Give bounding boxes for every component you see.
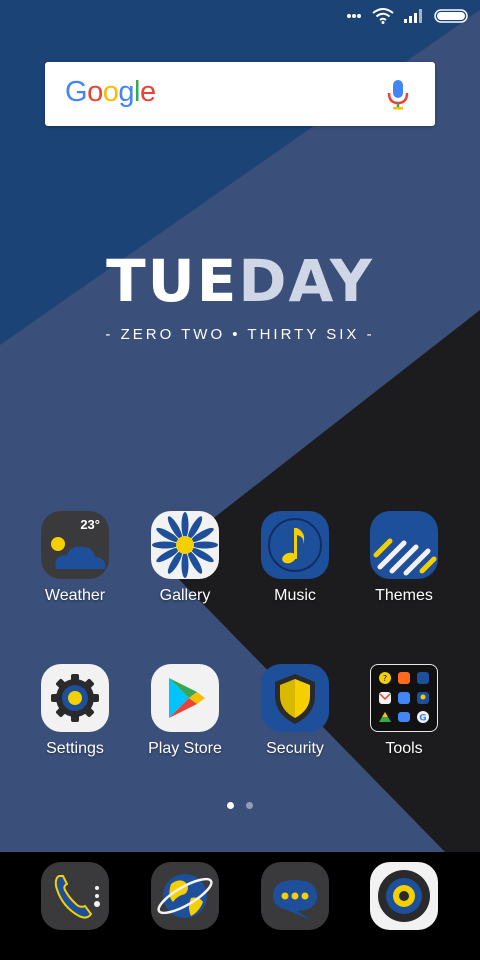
dock-phone[interactable] [20, 862, 130, 930]
svg-text:?: ? [383, 674, 387, 683]
page-indicator[interactable] [0, 802, 480, 809]
dock-camera[interactable] [349, 862, 459, 930]
themes-icon [370, 511, 438, 579]
dock-browser[interactable] [130, 862, 240, 930]
mic-icon[interactable] [387, 80, 409, 110]
gallery-icon [151, 511, 219, 579]
page-dot[interactable] [246, 802, 253, 809]
camera-icon [370, 862, 438, 930]
chat-icon [261, 862, 329, 930]
app-label: Security [266, 740, 324, 757]
more-dots-icon [347, 14, 361, 18]
app-weather[interactable]: 23° Weather [20, 511, 130, 605]
clock-widget[interactable]: TUEDAY - ZERO TWO • THIRTY SIX - [0, 252, 480, 343]
app-gallery[interactable]: Gallery [130, 511, 240, 605]
app-settings[interactable]: Settings [20, 664, 130, 758]
app-themes[interactable]: Themes [349, 511, 459, 605]
date-text: - ZERO TWO • THIRTY SIX - [105, 326, 375, 343]
google-search-bar[interactable]: Google [45, 62, 435, 126]
google-logo: Google [65, 76, 156, 108]
battery-icon [434, 9, 468, 23]
app-label: Tools [385, 740, 423, 757]
svg-text:G: G [419, 714, 426, 724]
wifi-icon [372, 8, 394, 24]
phone-icon [41, 862, 109, 930]
globe-icon [151, 862, 219, 930]
app-label: Music [274, 587, 316, 604]
weather-icon: 23° [41, 511, 109, 579]
music-note-icon [261, 511, 329, 579]
dock [0, 852, 480, 960]
play-store-icon [151, 664, 219, 732]
app-music[interactable]: Music [240, 511, 350, 605]
app-label: Settings [46, 740, 104, 757]
page-dot-active[interactable] [227, 802, 234, 809]
app-play-store[interactable]: Play Store [130, 664, 240, 758]
status-bar [0, 0, 480, 36]
folder-icon: ? G [370, 664, 438, 732]
dock-messages[interactable] [240, 862, 350, 930]
day-text: TUEDAY [106, 247, 374, 315]
app-tools-folder[interactable]: ? G Tools [349, 664, 459, 758]
app-label: Gallery [159, 587, 211, 604]
shield-icon [261, 664, 329, 732]
wallpaper [0, 0, 480, 960]
app-label: Weather [44, 587, 106, 604]
app-security[interactable]: Security [240, 664, 350, 758]
app-label: Themes [375, 587, 433, 604]
signal-icon [404, 9, 422, 23]
gear-icon [41, 664, 109, 732]
app-label: Play Store [148, 740, 222, 757]
